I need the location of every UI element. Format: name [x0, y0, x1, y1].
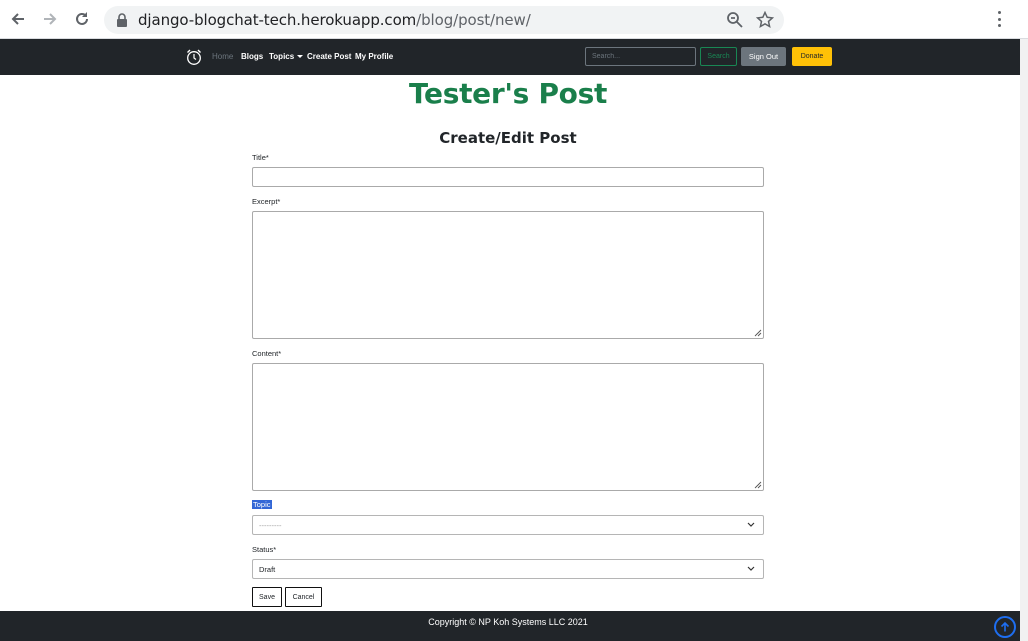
star-icon[interactable] — [756, 11, 774, 29]
copyright-text: Copyright © NP Koh Systems LLC 2021 — [428, 617, 588, 627]
excerpt-label: Excerpt* — [252, 197, 281, 206]
url-host: django-blogchat-tech.herokuapp.com — [138, 11, 417, 29]
status-label: Status* — [252, 545, 277, 554]
chevron-down-icon — [747, 522, 755, 527]
lock-icon — [117, 13, 127, 27]
content-textarea[interactable] — [252, 363, 764, 491]
nav-topics-label: Topics — [269, 52, 295, 61]
back-icon[interactable] — [7, 8, 29, 30]
url-text: django-blogchat-tech.herokuapp.com/blog/… — [138, 11, 531, 29]
url-path: /blog/post/new/ — [416, 11, 531, 29]
nav-home-link[interactable]: Home — [212, 52, 233, 61]
topic-selected-value: --------- — [259, 521, 282, 530]
search-button[interactable]: Search — [700, 47, 737, 66]
address-bar[interactable]: django-blogchat-tech.herokuapp.com/blog/… — [104, 6, 784, 34]
status-selected-value: Draft — [259, 565, 276, 574]
topic-label: Topic — [252, 500, 272, 509]
donate-button[interactable]: Donate — [792, 47, 832, 66]
nav-blogs-link[interactable]: Blogs — [241, 52, 263, 61]
form-heading: Create/Edit Post — [439, 129, 577, 147]
save-button[interactable]: Save — [252, 587, 282, 607]
forward-icon[interactable] — [39, 8, 61, 30]
nav-my-profile-link[interactable]: My Profile — [355, 52, 393, 61]
alarm-clock-icon[interactable] — [185, 48, 203, 66]
excerpt-textarea[interactable] — [252, 211, 764, 339]
content-label: Content* — [252, 349, 282, 358]
nav-create-post-link[interactable]: Create Post — [307, 52, 351, 61]
browser-toolbar: django-blogchat-tech.herokuapp.com/blog/… — [0, 0, 1028, 39]
chevron-down-icon — [747, 566, 755, 571]
zoom-icon[interactable] — [726, 11, 744, 29]
status-select[interactable]: Draft — [252, 559, 764, 579]
arrow-up-circle-icon[interactable] — [994, 616, 1016, 638]
resize-handle-icon[interactable] — [754, 481, 762, 489]
title-input[interactable] — [252, 167, 764, 187]
caret-down-icon — [297, 55, 304, 58]
cancel-button[interactable]: Cancel — [285, 587, 322, 607]
kebab-menu-icon[interactable] — [990, 9, 1008, 29]
nav-topics-dropdown[interactable]: Topics — [269, 52, 304, 61]
title-label: Title* — [252, 153, 269, 162]
search-input[interactable] — [585, 47, 696, 66]
page-title: Tester's Post — [408, 77, 608, 110]
resize-handle-icon[interactable] — [754, 329, 762, 337]
reload-icon[interactable] — [71, 8, 93, 30]
sign-out-button[interactable]: Sign Out — [741, 47, 786, 66]
site-navbar: Home Blogs Topics Create Post My Profile… — [0, 39, 1020, 75]
topic-select[interactable]: --------- — [252, 515, 764, 535]
page-scrollbar[interactable] — [1020, 39, 1028, 641]
